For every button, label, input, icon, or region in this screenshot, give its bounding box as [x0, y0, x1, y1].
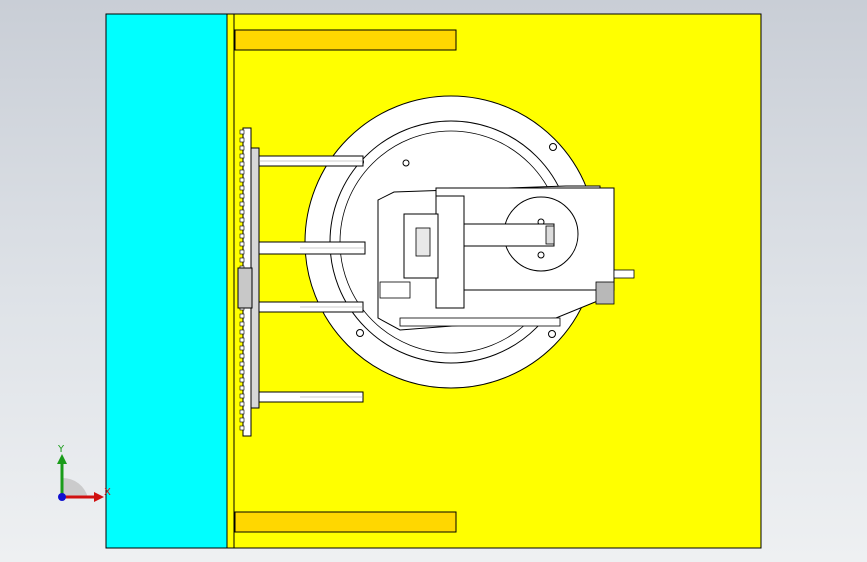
coordinate-triad: Y X	[57, 444, 111, 502]
rack-tooth	[239, 217, 245, 223]
rack-tooth	[239, 337, 245, 343]
gripper-bar	[399, 317, 561, 327]
rack-tooth	[239, 137, 245, 143]
rack-tooth	[239, 241, 245, 247]
bolt-hole	[548, 330, 556, 338]
x-axis-arrow	[94, 492, 104, 502]
gripper-clamp-inner	[415, 227, 431, 257]
rack-tooth	[239, 193, 245, 199]
triad-arc	[62, 477, 88, 498]
z-axis-dot	[58, 493, 66, 501]
rack-tooth	[239, 177, 245, 183]
rack-tooth	[239, 161, 245, 167]
guide-rod[interactable]	[258, 241, 366, 255]
rack-tooth	[239, 169, 245, 175]
cad-viewport[interactable]: Y X	[0, 0, 867, 562]
rack-tooth	[239, 233, 245, 239]
y-axis-label: Y	[57, 444, 65, 455]
rack-tooth	[239, 361, 245, 367]
rack-hub	[237, 267, 253, 309]
rack-tooth	[239, 345, 245, 351]
rack-tooth	[239, 153, 245, 159]
rack-tooth	[239, 369, 245, 375]
y-axis-arrow	[57, 454, 67, 464]
gripper-arm-tip	[545, 225, 555, 245]
rack-tooth	[239, 401, 245, 407]
rack-tooth	[239, 417, 245, 423]
rack-tooth	[239, 185, 245, 191]
guide-rod[interactable]	[258, 391, 364, 403]
rack-tooth	[239, 257, 245, 263]
guide-rod[interactable]	[258, 155, 364, 167]
rack-tooth	[239, 377, 245, 383]
rack-tooth	[239, 393, 245, 399]
rack-tooth	[239, 313, 245, 319]
rack-tooth	[239, 249, 245, 255]
gripper-housing-shade	[595, 281, 615, 305]
top-slot[interactable]	[234, 29, 457, 51]
rack-tooth	[239, 129, 245, 135]
bolt-hole	[356, 329, 364, 337]
rack-tooth	[239, 225, 245, 231]
model-canvas[interactable]: Y X	[0, 0, 867, 562]
guide-rod[interactable]	[258, 301, 364, 313]
rack-tooth	[239, 201, 245, 207]
gear-rack[interactable]	[237, 127, 260, 437]
bolt-hole	[402, 159, 410, 167]
gripper-bracket	[379, 281, 411, 299]
rack-tooth	[239, 209, 245, 215]
rack-tooth	[239, 353, 245, 359]
side-panel[interactable]	[105, 13, 228, 549]
rack-tooth	[239, 385, 245, 391]
x-axis-label: X	[104, 487, 111, 498]
bolt-hole	[549, 143, 557, 151]
gripper-jaw	[435, 195, 465, 309]
rack-tooth	[239, 329, 245, 335]
gripper-tab	[613, 269, 635, 279]
bottom-slot[interactable]	[234, 511, 457, 533]
rack-tooth	[239, 145, 245, 151]
rack-tooth	[239, 321, 245, 327]
gripper-arm	[463, 223, 555, 247]
rack-tooth	[239, 425, 245, 431]
rotary-disc-hole	[537, 251, 545, 259]
rack-tooth	[239, 409, 245, 415]
